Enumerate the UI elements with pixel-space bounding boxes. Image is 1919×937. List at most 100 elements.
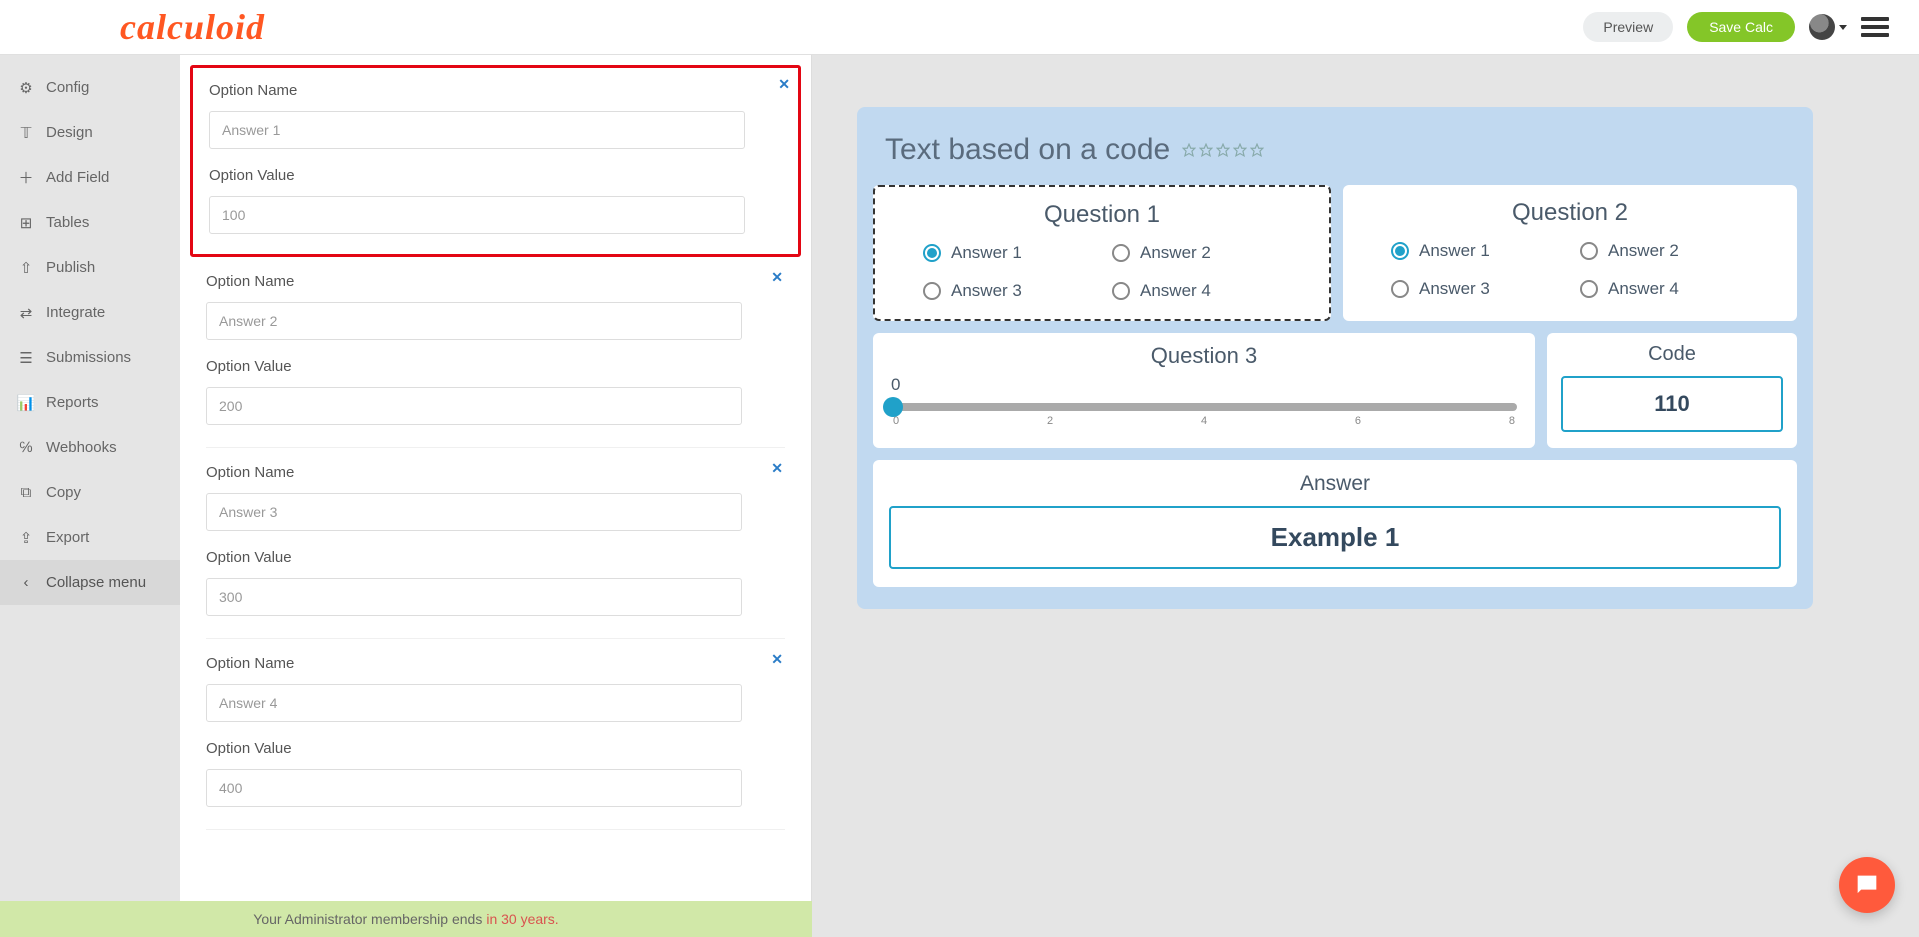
- radio-icon: [1391, 242, 1409, 260]
- sidebar-item-export[interactable]: ⇪Export: [0, 515, 180, 560]
- save-button[interactable]: Save Calc: [1687, 12, 1795, 42]
- chat-bubble[interactable]: [1839, 857, 1895, 913]
- question-1-box[interactable]: Question 1 Answer 1 Answer 2 Answer 3 An…: [873, 185, 1331, 321]
- label: Design: [46, 124, 93, 141]
- code-box[interactable]: Code: [1547, 333, 1797, 448]
- sidebar-item-webhooks[interactable]: ℅Webhooks: [0, 425, 180, 470]
- radio-icon: [1580, 280, 1598, 298]
- close-icon[interactable]: ✕: [771, 269, 783, 286]
- export-icon: ⇪: [18, 530, 34, 546]
- question-title: Question 1: [893, 201, 1311, 229]
- label: Publish: [46, 259, 95, 276]
- sidebar: ⚙Config 𝕋 Design ＋ Add Field ⊞ Tables ⇧ Publ…: [0, 55, 180, 937]
- sidebar-item-collapse[interactable]: ‹ Collapse menu: [0, 560, 180, 605]
- question-2-box[interactable]: Question 2 Answer 1 Answer 2 Answer 3 An…: [1343, 185, 1797, 321]
- footer-highlight: in 30 years.: [486, 911, 558, 927]
- plug-icon: ⇄: [18, 305, 34, 321]
- chat-icon: [1853, 871, 1881, 899]
- option-value-input[interactable]: [209, 196, 745, 234]
- sidebar-item-config[interactable]: ⚙Config: [0, 65, 180, 110]
- option-name-label: Option Name: [206, 655, 785, 672]
- radio-icon: [1112, 244, 1130, 262]
- option-value-input[interactable]: [206, 769, 742, 807]
- preview-button[interactable]: Preview: [1583, 12, 1673, 42]
- answer-option[interactable]: Answer 3: [1391, 279, 1560, 299]
- option-value-label: Option Value: [206, 549, 785, 566]
- label: Reports: [46, 394, 99, 411]
- sidebar-item-integrate[interactable]: ⇄ Integrate: [0, 290, 180, 335]
- sidebar-item-copy[interactable]: ⧉Copy: [0, 470, 180, 515]
- answer-option[interactable]: Answer 2: [1580, 241, 1749, 261]
- option-value-label: Option Value: [209, 167, 782, 184]
- sidebar-item-reports[interactable]: 📊Reports: [0, 380, 180, 425]
- option-value-input[interactable]: [206, 578, 742, 616]
- option-name-label: Option Name: [206, 464, 785, 481]
- footer-text: Your Administrator membership ends: [253, 911, 482, 927]
- option-name-label: Option Name: [206, 273, 785, 290]
- radio-icon: [1391, 280, 1409, 298]
- answer-option[interactable]: Answer 4: [1112, 281, 1281, 301]
- option-name-input[interactable]: [206, 684, 742, 722]
- code-input[interactable]: [1561, 376, 1783, 432]
- close-icon[interactable]: ✕: [778, 76, 790, 93]
- footer-bar: Your Administrator membership ends in 30…: [0, 901, 812, 937]
- question-3-box[interactable]: Question 3 0 0 2 4 6 8: [873, 333, 1535, 448]
- option-block-1: ✕ Option Name Option Value: [190, 65, 801, 257]
- sidebar-item-publish[interactable]: ⇧ Publish: [0, 245, 180, 290]
- radio-icon: [1580, 242, 1598, 260]
- sidebar-item-tables[interactable]: ⊞ Tables: [0, 200, 180, 245]
- slider-thumb[interactable]: [883, 397, 903, 417]
- star-icon: [1182, 143, 1196, 157]
- label: Add Field: [46, 169, 109, 186]
- option-value-input[interactable]: [206, 387, 742, 425]
- user-menu[interactable]: [1809, 14, 1847, 40]
- label: Submissions: [46, 349, 131, 366]
- radio-icon: [923, 244, 941, 262]
- design-icon: 𝕋: [18, 125, 34, 141]
- label: Integrate: [46, 304, 105, 321]
- slider-value: 0: [891, 375, 1517, 395]
- label: Collapse menu: [46, 574, 146, 591]
- preview-area: Text based on a code Question 1 Answer 1…: [812, 55, 1919, 937]
- sidebar-item-add-field[interactable]: ＋ Add Field: [0, 155, 180, 200]
- slider-track[interactable]: [891, 403, 1517, 411]
- option-name-input[interactable]: [206, 493, 742, 531]
- topbar: calculoid Preview Save Calc: [0, 0, 1919, 55]
- answer-option[interactable]: Answer 3: [923, 281, 1092, 301]
- answer-option[interactable]: Answer 1: [923, 243, 1092, 263]
- question-title: Question 2: [1361, 199, 1779, 227]
- chevron-down-icon: [1839, 25, 1847, 30]
- close-icon[interactable]: ✕: [771, 651, 783, 668]
- hamburger-menu[interactable]: [1861, 13, 1889, 41]
- answer-option[interactable]: Answer 4: [1580, 279, 1749, 299]
- answer-result: Example 1: [889, 506, 1781, 569]
- calculator-title: Text based on a code: [885, 133, 1170, 167]
- option-name-label: Option Name: [209, 82, 782, 99]
- option-name-input[interactable]: [206, 302, 742, 340]
- logo: calculoid: [120, 6, 265, 48]
- answer-option[interactable]: Answer 1: [1391, 241, 1560, 261]
- question-title: Question 3: [891, 343, 1517, 369]
- answer-option[interactable]: Answer 2: [1112, 243, 1281, 263]
- close-icon[interactable]: ✕: [771, 460, 783, 477]
- list-icon: ☰: [18, 350, 34, 366]
- table-icon: ⊞: [18, 215, 34, 231]
- option-block-3: ✕ Option Name Option Value: [206, 448, 785, 639]
- slider-ticks: 0 2 4 6 8: [891, 415, 1517, 427]
- option-value-label: Option Value: [206, 740, 785, 757]
- radio-icon: [923, 282, 941, 300]
- hook-icon: ℅: [18, 440, 34, 456]
- star-icon: [1216, 143, 1230, 157]
- option-name-input[interactable]: [209, 111, 745, 149]
- star-icon: [1233, 143, 1247, 157]
- chevron-left-icon: ‹: [18, 575, 34, 591]
- copy-icon: ⧉: [18, 485, 34, 501]
- label: Tables: [46, 214, 89, 231]
- rating-stars[interactable]: [1182, 143, 1264, 157]
- sidebar-item-submissions[interactable]: ☰ Submissions: [0, 335, 180, 380]
- sidebar-item-design[interactable]: 𝕋 Design: [0, 110, 180, 155]
- star-icon: [1199, 143, 1213, 157]
- editor-panel: ✕ Option Name Option Value ✕ Option Name…: [180, 55, 812, 937]
- upload-icon: ⇧: [18, 260, 34, 276]
- plus-icon: ＋: [18, 170, 34, 186]
